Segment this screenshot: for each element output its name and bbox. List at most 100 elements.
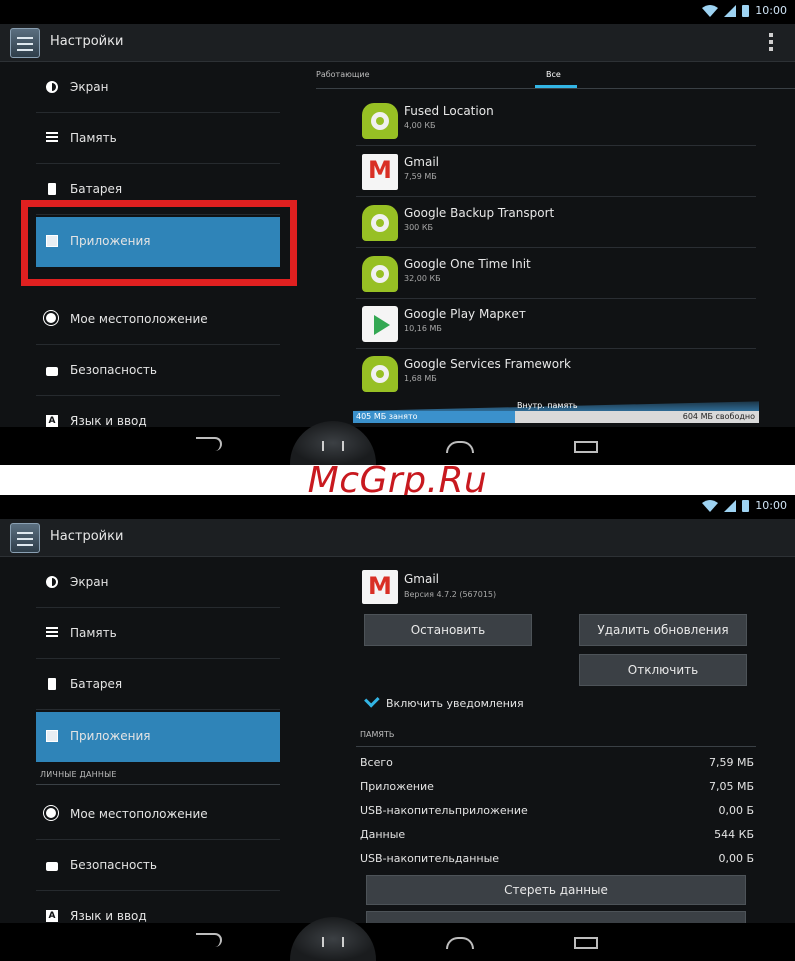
highlight-frame [21,200,297,286]
back-icon[interactable] [196,437,222,451]
section-divider [356,746,756,747]
settings-app-icon[interactable] [10,28,40,58]
action-bar: Настройки [0,24,795,62]
status-bar: 10:00 [0,0,795,24]
tab-indicator [535,85,577,88]
app-size: 32,00 КБ [404,274,441,283]
memory-value: 7,05 МБ [708,780,754,793]
notifications-checkbox-row[interactable]: Включить уведомления [364,692,524,710]
battery-status-icon [742,4,750,17]
apps-icon [46,730,58,742]
back-icon[interactable] [196,933,222,947]
android-icon [362,103,398,139]
storage-icon [46,132,58,144]
tab-running[interactable]: Работающие [316,70,370,79]
sidebar-item-label: Экран [70,80,109,94]
sidebar-item-label: Приложения [70,729,151,743]
settings-apps-list-screen: 10:00 Настройки Экран Память Батарея При… [0,0,795,465]
android-icon [362,205,398,241]
sidebar-item-label: Мое местоположение [70,312,208,326]
disable-button[interactable]: Отключить [579,654,747,686]
status-time: 10:00 [755,499,787,512]
memory-value: 7,59 МБ [708,756,754,769]
sidebar-item-memory[interactable]: Память [36,609,280,659]
storage-free-text: 604 МБ свободно [682,412,755,421]
battery-icon [48,183,56,195]
checkbox-checked-icon[interactable] [364,692,380,708]
notifications-label: Включить уведомления [386,697,524,710]
status-bar: 10:00 [0,495,795,519]
recent-apps-icon[interactable] [574,441,598,453]
tab-all[interactable]: Все [546,70,561,79]
memory-row: USB-накопительданные 0,00 Б [360,852,754,870]
location-icon [46,808,56,818]
sidebar-item-memory[interactable]: Память [36,114,280,164]
section-header-personal: ЛИЧНЫЕ ДАННЫЕ [40,770,117,779]
sidebar-item-security[interactable]: Безопасность [36,841,280,891]
android-icon [362,256,398,292]
memory-value: 0,00 Б [718,852,754,865]
page-title: Настройки [50,529,124,544]
location-icon [46,313,56,323]
sidebar-item-label: Память [70,131,117,145]
clear-data-button[interactable]: Стереть данные [366,875,746,905]
screenshot-icon[interactable] [290,917,376,961]
app-size: 4,00 КБ [404,121,436,130]
app-info-screen: 10:00 Настройки Экран Память Батарея При… [0,495,795,961]
language-icon: A [46,415,58,427]
sidebar-item-label: Батарея [70,182,123,196]
status-time: 10:00 [755,4,787,17]
action-bar: Настройки [0,519,795,557]
page-title: Настройки [50,34,124,49]
list-item[interactable]: Fused Location 4,00 КБ [356,96,756,146]
app-size: 7,59 МБ [404,172,437,181]
app-name: Google One Time Init [404,257,531,271]
list-item[interactable]: Google Services Framework 1,68 МБ [356,349,756,399]
sidebar-item-security[interactable]: Безопасность [36,346,280,396]
sidebar-item-apps[interactable]: Приложения [36,712,280,762]
sidebar-item-label: Язык и ввод [70,414,147,428]
app-name: Google Play Маркет [404,307,526,321]
memory-key: USB-накопительданные [360,852,500,865]
recent-apps-icon[interactable] [574,937,598,949]
list-item[interactable]: Google Play Маркет 10,16 МБ [356,299,756,349]
uninstall-updates-button[interactable]: Удалить обновления [579,614,747,646]
screenshot-icon[interactable] [290,421,376,465]
sidebar-item-location[interactable]: Мое местоположение [36,295,280,345]
navigation-bar [0,917,795,961]
memory-section-header: ПАМЯТЬ [360,730,395,739]
sidebar-item-location[interactable]: Мое местоположение [36,790,280,840]
apps-tabs: Работающие Все [316,63,795,89]
battery-status-icon [742,499,750,512]
language-icon: A [46,910,58,922]
storage-icon [46,627,58,639]
settings-app-icon[interactable] [10,523,40,553]
memory-row: USB-накопительприложение 0,00 Б [360,804,754,822]
home-icon[interactable] [446,441,474,453]
list-item[interactable]: Google Backup Transport 300 КБ [356,198,756,248]
app-name: Fused Location [404,104,494,118]
app-size: 10,16 МБ [404,324,442,333]
memory-key: USB-накопительприложение [360,804,528,817]
storage-label: Внутр. память [517,401,578,410]
sidebar-item-battery[interactable]: Батарея [36,660,280,710]
memory-key: Приложение [360,780,434,793]
sidebar-item-screen[interactable]: Экран [36,558,280,608]
sidebar-item-screen[interactable]: Экран [36,63,280,113]
memory-row: Данные 544 КБ [360,828,754,846]
sidebar-item-label: Память [70,626,117,640]
memory-row: Приложение 7,05 МБ [360,780,754,798]
wifi-icon [702,4,719,17]
app-name: Google Services Framework [404,357,571,371]
home-icon[interactable] [446,937,474,949]
overflow-menu-icon[interactable] [769,33,773,53]
brightness-icon [46,81,58,93]
memory-value: 544 КБ [714,828,754,841]
list-item[interactable]: Google One Time Init 32,00 КБ [356,249,756,299]
gmail-icon [362,570,398,604]
battery-icon [48,678,56,690]
sidebar-item-label: Мое местоположение [70,807,208,821]
list-item[interactable]: Gmail 7,59 МБ [356,147,756,197]
force-stop-button[interactable]: Остановить [364,614,532,646]
storage-used-text: 405 МБ занято [356,412,418,421]
